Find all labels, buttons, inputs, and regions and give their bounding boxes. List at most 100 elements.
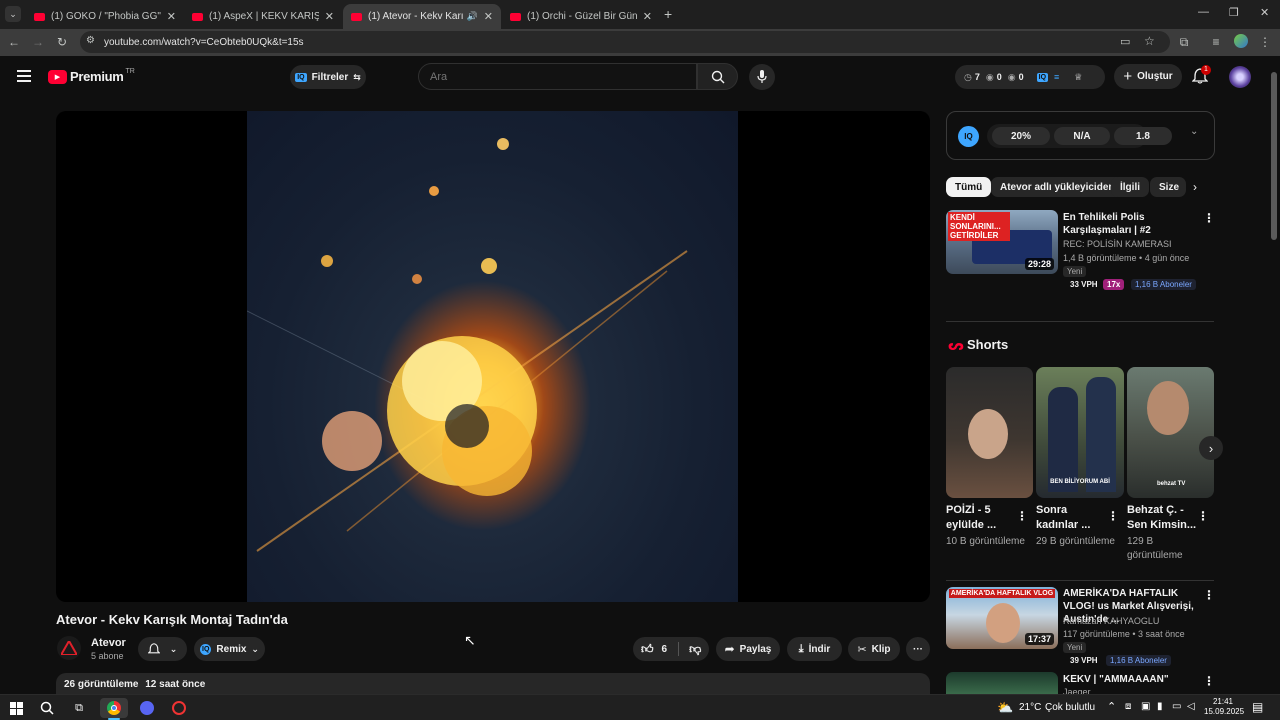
dislike-icon[interactable]: 👎︎ bbox=[689, 642, 701, 657]
weather-desc[interactable]: Çok bulutlu bbox=[1045, 702, 1095, 713]
description-box[interactable]: 26 görüntüleme 12 saat önce bbox=[56, 673, 930, 694]
close-tab-icon[interactable]: ✕ bbox=[167, 10, 176, 23]
iq-metric-2[interactable]: N/A bbox=[1054, 127, 1110, 145]
close-tab-icon[interactable]: ✕ bbox=[484, 10, 493, 23]
remix-button[interactable]: IQ Remix ⌄ bbox=[194, 637, 265, 661]
more-vertical-icon[interactable]: ⋮ bbox=[1016, 509, 1028, 523]
more-vertical-icon[interactable]: ⋮ bbox=[1203, 674, 1215, 688]
hamburger-menu-icon[interactable] bbox=[17, 70, 31, 82]
channel-avatar[interactable] bbox=[57, 636, 81, 660]
tab-search-button[interactable]: ⌄ bbox=[5, 6, 21, 22]
forward-icon[interactable]: → bbox=[30, 35, 46, 49]
tab-2[interactable]: (1) AspeX | KEKV KARIŞIK MONTAJ ✕ bbox=[184, 4, 342, 29]
related-channel-3[interactable]: Jaeger bbox=[1063, 687, 1091, 694]
tab-title: (1) GOKO / "Phobia GG" / GUN bbox=[51, 11, 161, 22]
short-thumbnail-3[interactable]: behzat TV bbox=[1127, 367, 1214, 498]
new-tab-button[interactable]: + bbox=[664, 6, 672, 22]
taskbar-app-2[interactable] bbox=[138, 699, 156, 717]
shorts-next-button[interactable]: › bbox=[1199, 436, 1223, 460]
browser-toolbar: ← → ↻ ⚙ youtube.com/watch?v=CeObteb0UQk&… bbox=[0, 29, 1280, 56]
chip-related[interactable]: İlgili bbox=[1111, 177, 1149, 197]
tab-3-active[interactable]: (1) Atevor - Kekv Karışık Montaj 🔊 ✕ bbox=[343, 4, 501, 29]
microphone-icon bbox=[757, 70, 767, 83]
bookmark-star-icon[interactable]: ☆ bbox=[1144, 34, 1155, 48]
weather-temp[interactable]: 21°C bbox=[1019, 702, 1041, 713]
more-vertical-icon[interactable]: ⋮ bbox=[1107, 509, 1119, 523]
tab-4[interactable]: (1) Orchi - Güzel Bir Gün Görme ✕ bbox=[502, 4, 660, 29]
clip-button[interactable]: ✂ Klip bbox=[848, 637, 900, 661]
profile-avatar[interactable] bbox=[1234, 34, 1248, 48]
chip-all[interactable]: Tümü bbox=[946, 177, 992, 197]
short-thumbnail-1[interactable] bbox=[946, 367, 1033, 498]
short-title-3[interactable]: Behzat Ç. - Sen Kimsin... bbox=[1127, 503, 1197, 533]
search-box[interactable] bbox=[418, 63, 697, 90]
account-avatar[interactable] bbox=[1229, 66, 1251, 88]
like-icon[interactable]: 👍︎ bbox=[641, 642, 654, 657]
chip-from-uploader[interactable]: Atevor adlı yükleyiciden bbox=[991, 177, 1124, 197]
more-actions-button[interactable]: ··· bbox=[906, 637, 930, 661]
tray-app-icon[interactable]: ▣ bbox=[1141, 701, 1150, 712]
close-tab-icon[interactable]: ✕ bbox=[643, 10, 652, 23]
page-scrollbar-thumb[interactable] bbox=[1271, 72, 1277, 240]
video-player[interactable] bbox=[56, 111, 930, 602]
more-vertical-icon[interactable]: ⋮ bbox=[1203, 211, 1215, 225]
cast-icon[interactable]: ▭ bbox=[1120, 35, 1130, 48]
iq-metric-3[interactable]: 1.8 bbox=[1114, 127, 1172, 145]
create-button[interactable]: + Oluştur bbox=[1114, 64, 1182, 89]
download-button[interactable]: ⤓ İndir bbox=[787, 637, 842, 661]
short-title-2[interactable]: Sonra kadınlar ... bbox=[1036, 503, 1106, 533]
more-vertical-icon[interactable]: ⋮ bbox=[1203, 588, 1215, 602]
minimize-button[interactable]: — bbox=[1198, 6, 1209, 18]
share-button[interactable]: ➦ Paylaş bbox=[716, 637, 780, 661]
related-thumbnail-3[interactable] bbox=[946, 672, 1058, 694]
more-vertical-icon[interactable]: ⋮ bbox=[1197, 509, 1209, 523]
related-title-1[interactable]: En Tehlikeli Polis Karşılaşmaları | #2 bbox=[1063, 211, 1199, 237]
task-view-icon[interactable]: ⧉ bbox=[70, 699, 88, 717]
related-title-3[interactable]: KEKV | "AMMAAAAN" bbox=[1063, 673, 1199, 686]
close-tab-icon[interactable]: ✕ bbox=[325, 10, 334, 23]
notifications-button[interactable]: 1 bbox=[1191, 65, 1211, 86]
microphone-tray-icon[interactable]: ▮ bbox=[1157, 701, 1163, 712]
search-button[interactable] bbox=[697, 63, 738, 90]
browser-menu-icon[interactable]: ⋮ bbox=[1257, 35, 1273, 49]
taskbar-search-icon[interactable] bbox=[38, 699, 56, 717]
reading-list-icon[interactable]: ≡ bbox=[1208, 35, 1224, 49]
restore-button[interactable]: ❐ bbox=[1229, 6, 1239, 19]
subscribed-notifications-button[interactable]: ⌄ bbox=[138, 637, 187, 661]
search-input[interactable] bbox=[430, 70, 680, 83]
close-window-button[interactable]: ✕ bbox=[1260, 6, 1269, 19]
address-bar[interactable]: ⚙ youtube.com/watch?v=CeObteb0UQk&t=15s … bbox=[80, 31, 1170, 53]
video-title: Atevor - Kekv Karışık Montaj Tadın'da bbox=[56, 612, 288, 627]
short-thumbnail-2[interactable]: BEN BİLİYORUM ABİ bbox=[1036, 367, 1124, 498]
iq-metric-1[interactable]: 20% bbox=[992, 127, 1050, 145]
filters-button[interactable]: IQ Filtreler ⇆ bbox=[290, 65, 366, 89]
extension-stats-bar[interactable]: ◷ 7 ◉ 0 ◉ 0 IQ ≡ ♕ bbox=[955, 65, 1105, 89]
chip-for-you[interactable]: Size bbox=[1150, 177, 1186, 197]
extensions-icon[interactable]: ⧉ bbox=[1176, 35, 1192, 49]
tray-chevron-up-icon[interactable]: ⌃ bbox=[1107, 700, 1116, 713]
notification-center-icon[interactable]: ▤ bbox=[1252, 700, 1263, 714]
chevron-right-icon[interactable]: › bbox=[1193, 180, 1197, 194]
youtube-logo[interactable]: ▶ Premium TR bbox=[48, 68, 135, 84]
channel-name[interactable]: Atevor bbox=[91, 637, 126, 649]
short-title-1[interactable]: POİZİ - 5 eylülde ... bbox=[946, 503, 1016, 533]
related-thumbnail-2[interactable]: AMERİKA'DA HAFTALIK VLOG 17:37 bbox=[946, 587, 1058, 649]
tab-1[interactable]: (1) GOKO / "Phobia GG" / GUN ✕ bbox=[26, 4, 184, 29]
taskbar-chrome-button[interactable] bbox=[100, 698, 128, 718]
related-channel-2[interactable]: Ramazan KAHYAOGLU bbox=[1063, 616, 1159, 626]
related-channel-1[interactable]: REC: POLİSİN KAMERASI bbox=[1063, 239, 1172, 249]
site-info-icon[interactable]: ⚙ bbox=[86, 35, 95, 46]
voice-search-button[interactable] bbox=[749, 64, 775, 90]
tray-app-icon[interactable]: ⧈ bbox=[1125, 701, 1131, 712]
related-thumbnail-1[interactable]: KENDİ SONLARINI... GETİRDİLER 29:28 bbox=[946, 210, 1058, 274]
reload-icon[interactable]: ↻ bbox=[54, 35, 70, 49]
back-icon[interactable]: ← bbox=[6, 35, 22, 49]
windows-start-icon[interactable] bbox=[7, 699, 25, 717]
audio-playing-icon[interactable]: 🔊 bbox=[467, 11, 478, 22]
chevron-down-icon[interactable]: ⌄ bbox=[1190, 126, 1198, 137]
taskbar-app-3[interactable] bbox=[170, 699, 188, 717]
youtube-favicon-icon bbox=[34, 12, 45, 21]
network-icon[interactable]: ▭ bbox=[1172, 701, 1181, 712]
clock[interactable]: 21:41 15.09.2025 bbox=[1204, 697, 1244, 717]
volume-icon[interactable]: ◁ bbox=[1187, 701, 1195, 712]
